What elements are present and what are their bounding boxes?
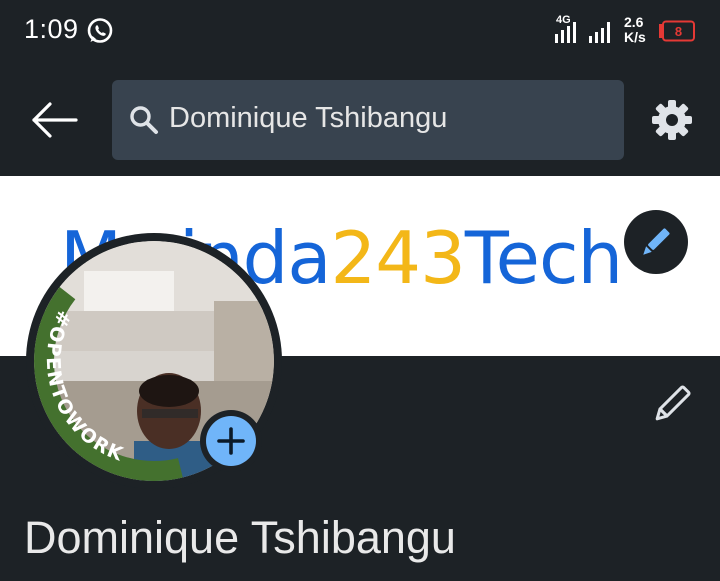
banner-text-part3: Tech bbox=[464, 216, 623, 300]
edit-banner-button[interactable] bbox=[624, 210, 688, 274]
pencil-icon bbox=[655, 385, 691, 421]
search-icon bbox=[130, 106, 158, 134]
add-photo-button[interactable] bbox=[200, 410, 262, 472]
banner-text-part2: 243 bbox=[330, 216, 465, 300]
status-bar: 1:09 4G 2.6 K/s 8 bbox=[0, 0, 720, 66]
pencil-icon bbox=[643, 228, 670, 255]
search-input[interactable]: Dominique Tshibangu bbox=[112, 80, 624, 160]
profile-name: Dominique Tshibangu bbox=[24, 512, 456, 563]
search-query: Dominique Tshibangu bbox=[169, 102, 448, 134]
battery-icon: 8 bbox=[659, 20, 695, 42]
gear-icon[interactable] bbox=[648, 96, 696, 144]
network-speed-value: 2.6 bbox=[624, 14, 644, 30]
whatsapp-icon bbox=[87, 18, 113, 43]
network-speed-unit: K/s bbox=[624, 29, 646, 45]
plus-icon bbox=[217, 427, 245, 455]
status-time: 1:09 bbox=[24, 14, 79, 44]
top-app-bar: Dominique Tshibangu bbox=[0, 66, 720, 176]
signal-icon bbox=[555, 22, 610, 43]
edit-profile-button[interactable] bbox=[648, 380, 696, 428]
network-speed: 2.6 K/s bbox=[624, 15, 646, 45]
battery-level: 8 bbox=[675, 24, 682, 39]
add-photo-circle bbox=[206, 416, 256, 466]
arrow-left-icon[interactable] bbox=[28, 96, 80, 144]
